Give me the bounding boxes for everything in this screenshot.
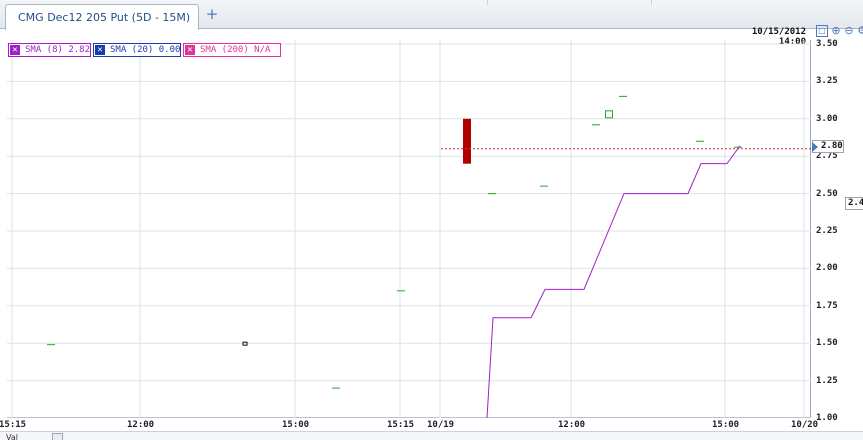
legend-sma20[interactable]: ✕ SMA (20) 0.00 xyxy=(93,43,181,57)
last-price-tag: 2.80 xyxy=(812,140,844,153)
bottom-panel-label: Val xyxy=(6,433,18,440)
legend-sma8[interactable]: ✕ SMA (8) 2.82 xyxy=(8,43,91,57)
divider xyxy=(487,0,488,5)
price-candle xyxy=(463,118,471,164)
y-tick-label: 1.25 xyxy=(816,375,838,386)
crosshair-price-tag: 2.4 xyxy=(845,197,863,210)
legend-sma200-checkbox-icon[interactable]: ✕ xyxy=(185,45,195,55)
y-tick-label: 3.50 xyxy=(816,39,838,49)
bottom-panel xyxy=(0,431,863,440)
x-tick-label: 10/20 xyxy=(791,420,819,430)
y-tick-label: 1.50 xyxy=(816,338,838,349)
tab-title: CMG Dec12 205 Put (5D - 15M) xyxy=(18,11,191,24)
x-tick-label: 12:00 xyxy=(558,420,586,430)
y-tick-label: 3.25 xyxy=(816,76,838,87)
y-tick-label: 1.00 xyxy=(816,413,838,423)
chart-plot-area[interactable] xyxy=(7,40,811,418)
chart-canvas xyxy=(7,40,811,418)
legend-sma8-label: SMA (8) 2.82 xyxy=(25,45,91,55)
settings-icon[interactable]: ⚙ xyxy=(856,25,863,37)
zoom-in-icon[interactable]: ⊕ xyxy=(830,25,842,37)
restore-icon[interactable]: □ xyxy=(816,25,828,37)
x-tick-label: 15:15 xyxy=(387,420,415,430)
sma8-line xyxy=(486,145,741,418)
x-tick-label: 15:00 xyxy=(282,420,310,430)
price-point-hollow xyxy=(605,110,613,119)
x-tick-label: 12:00 xyxy=(127,420,155,430)
y-tick-label: 1.75 xyxy=(816,300,838,311)
y-tick-label: 2.00 xyxy=(816,263,838,274)
legend-sma200-label: SMA (200) N/A xyxy=(200,45,271,55)
x-tick-label: 10/19 xyxy=(427,420,455,430)
legend-sma8-checkbox-icon[interactable]: ✕ xyxy=(10,45,20,55)
add-tab-icon[interactable]: + xyxy=(205,6,219,22)
chart-timestamp: 10/15/2012 14:00 xyxy=(751,27,806,47)
y-tick-label: 2.25 xyxy=(816,226,838,236)
zoom-out-icon[interactable]: ⊖ xyxy=(843,25,855,37)
x-tick-label: 15:15 xyxy=(0,420,27,430)
y-tick-label: 3.00 xyxy=(816,113,838,124)
bottom-panel-toggle[interactable] xyxy=(52,433,63,440)
legend-sma20-checkbox-icon[interactable]: ✕ xyxy=(95,45,105,55)
x-tick-label: 15:00 xyxy=(712,420,740,430)
tab-bar: CMG Dec12 205 Put (5D - 15M) + xyxy=(0,0,863,30)
divider xyxy=(651,0,652,5)
tab-chart[interactable]: CMG Dec12 205 Put (5D - 15M) xyxy=(5,4,199,30)
legend-sma20-label: SMA (20) 0.00 xyxy=(110,45,181,55)
legend-sma200[interactable]: ✕ SMA (200) N/A xyxy=(183,43,281,57)
